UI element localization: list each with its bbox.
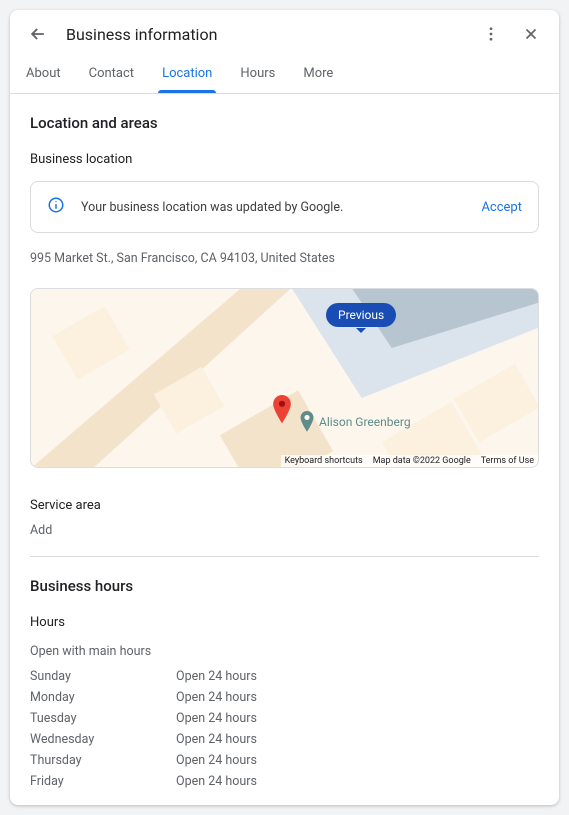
- hours-row: Monday Open 24 hours: [30, 690, 539, 705]
- back-button[interactable]: [26, 22, 50, 46]
- hours-day: Monday: [30, 690, 176, 705]
- hours-value: Open 24 hours: [176, 690, 257, 705]
- service-area-label: Service area: [30, 498, 539, 513]
- hours-row: Tuesday Open 24 hours: [30, 711, 539, 726]
- map[interactable]: Previous Alison Greenberg Keyboard short…: [30, 288, 539, 468]
- accept-button[interactable]: Accept: [481, 200, 522, 215]
- hours-day: Thursday: [30, 753, 176, 768]
- map-terms[interactable]: Terms of Use: [481, 456, 534, 466]
- update-message: Your business location was updated by Go…: [81, 200, 465, 215]
- poi-pin[interactable]: [299, 411, 315, 437]
- hours-row: Thursday Open 24 hours: [30, 753, 539, 768]
- hours-value: Open 24 hours: [176, 753, 257, 768]
- panel-header: Business information: [10, 10, 559, 54]
- add-service-area-button[interactable]: Add: [30, 523, 539, 538]
- tab-hours[interactable]: Hours: [240, 54, 275, 93]
- business-address: 995 Market St., San Francisco, CA 94103,…: [30, 251, 539, 266]
- hours-value: Open 24 hours: [176, 774, 257, 789]
- hours-day: Tuesday: [30, 711, 176, 726]
- business-location-label: Business location: [30, 152, 539, 167]
- business-info-panel: Business information About Contact Locat…: [10, 10, 559, 805]
- tab-more[interactable]: More: [303, 54, 333, 93]
- tab-contact[interactable]: Contact: [89, 54, 134, 93]
- map-attribution: Keyboard shortcuts Map data ©2022 Google…: [281, 455, 538, 467]
- map-tiles: [31, 289, 538, 467]
- close-button[interactable]: [519, 22, 543, 46]
- kebab-icon: [482, 25, 500, 43]
- location-section-title: Location and areas: [30, 114, 539, 132]
- panel-title: Business information: [66, 25, 463, 44]
- previous-location-bubble[interactable]: Previous: [326, 303, 396, 327]
- tab-location[interactable]: Location: [162, 54, 212, 93]
- tab-about[interactable]: About: [26, 54, 61, 93]
- hours-label: Hours: [30, 615, 539, 630]
- hours-status: Open with main hours: [30, 644, 539, 659]
- map-pin-teal-icon: [299, 411, 315, 433]
- info-icon: [47, 196, 65, 218]
- current-location-pin[interactable]: [271, 395, 293, 429]
- hours-day: Friday: [30, 774, 176, 789]
- hours-day: Wednesday: [30, 732, 176, 747]
- hours-row: Sunday Open 24 hours: [30, 669, 539, 684]
- map-copyright: Map data ©2022 Google: [373, 456, 471, 466]
- close-icon: [522, 25, 540, 43]
- business-hours-title: Business hours: [30, 577, 539, 595]
- tab-bar: About Contact Location Hours More: [10, 54, 559, 94]
- arrow-left-icon: [28, 24, 48, 44]
- service-area-section: Service area Add: [30, 498, 539, 557]
- hours-value: Open 24 hours: [176, 711, 257, 726]
- map-pin-red-icon: [271, 395, 293, 425]
- hours-value: Open 24 hours: [176, 732, 257, 747]
- hours-row: Friday Open 24 hours: [30, 774, 539, 789]
- poi-label: Alison Greenberg: [319, 415, 411, 429]
- business-hours-section: Business hours Hours Open with main hour…: [30, 577, 539, 805]
- hours-row: Wednesday Open 24 hours: [30, 732, 539, 747]
- update-notice: Your business location was updated by Go…: [30, 181, 539, 233]
- content-area: Location and areas Business location You…: [10, 94, 559, 805]
- hours-day: Sunday: [30, 669, 176, 684]
- hours-table: Sunday Open 24 hours Monday Open 24 hour…: [30, 669, 539, 789]
- more-options-button[interactable]: [479, 22, 503, 46]
- map-keyboard-shortcuts[interactable]: Keyboard shortcuts: [285, 456, 363, 466]
- hours-value: Open 24 hours: [176, 669, 257, 684]
